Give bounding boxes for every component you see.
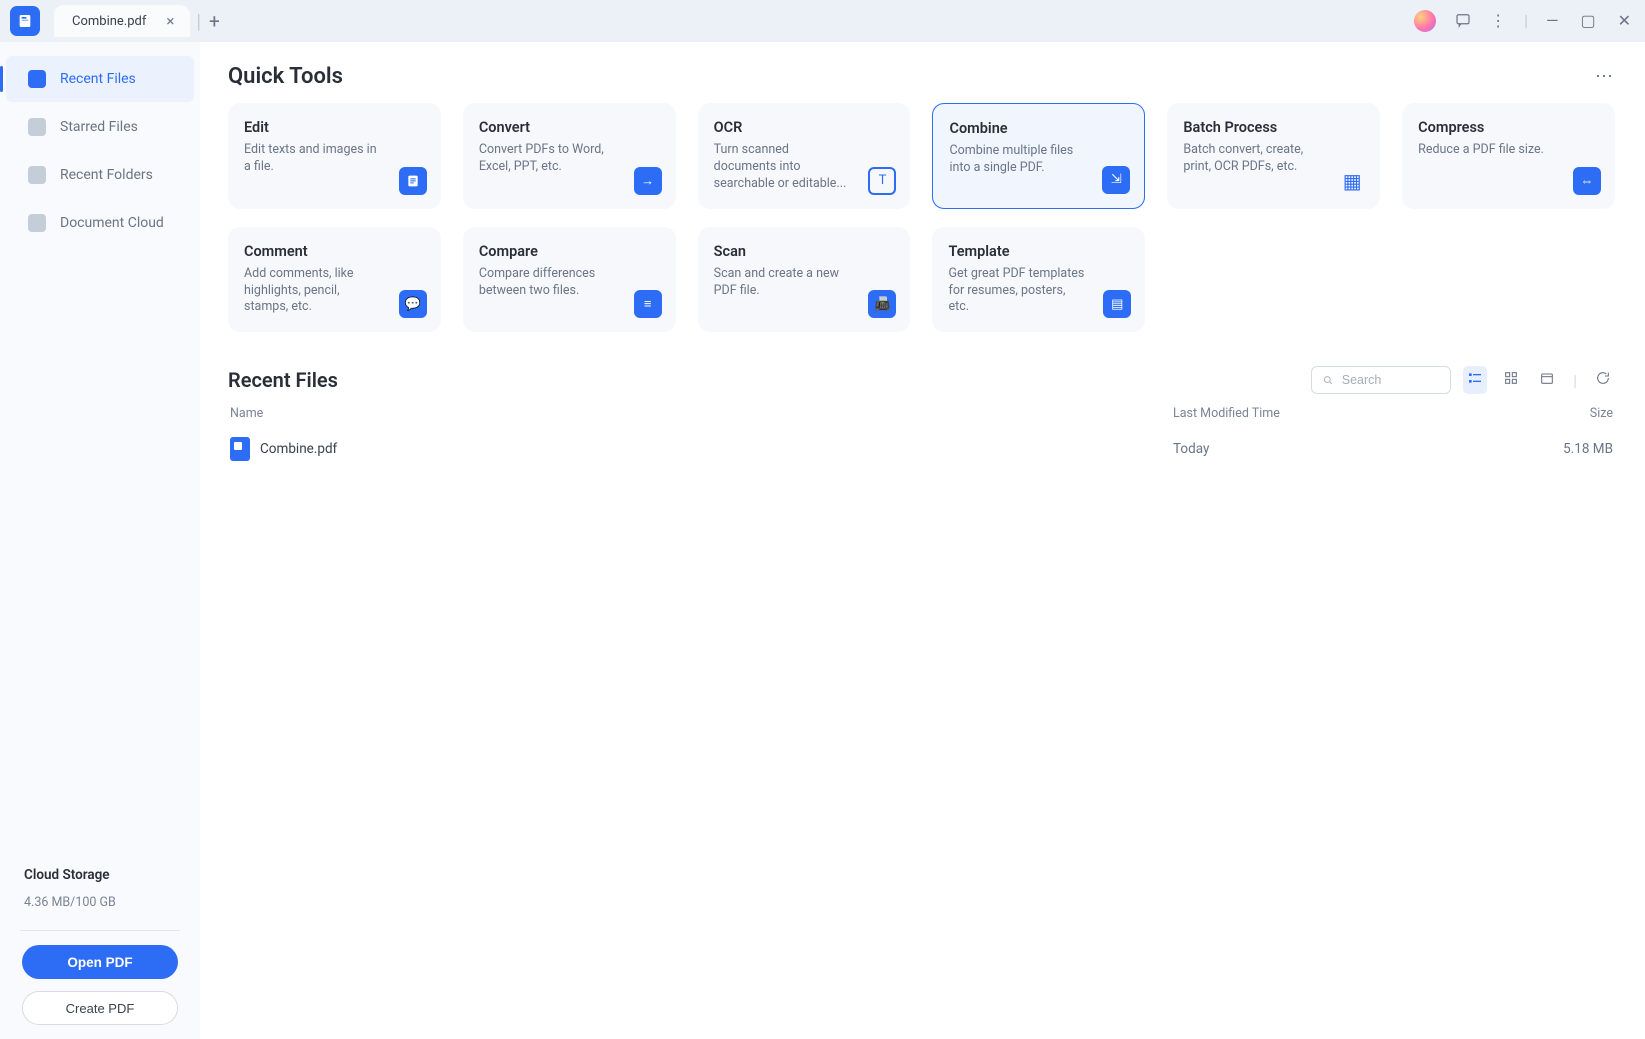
tool-title: Edit (244, 119, 425, 136)
tab-label: Combine.pdf (72, 14, 146, 29)
sidebar-item-label: Document Cloud (60, 215, 164, 231)
file-size: 5.18 MB (1433, 441, 1613, 457)
tool-desc: Edit texts and images in a file. (244, 142, 384, 176)
cloud-storage-title: Cloud Storage (24, 867, 176, 883)
sidebar: Recent Files Starred Files Recent Folder… (0, 42, 200, 1039)
compare-icon: ≡ (634, 290, 662, 318)
tool-desc: Scan and create a new PDF file. (714, 266, 854, 300)
tool-card-batch-process[interactable]: Batch Process Batch convert, create, pri… (1167, 103, 1380, 209)
cloud-storage-section: Cloud Storage 4.36 MB/100 GB (0, 867, 200, 918)
kebab-menu-icon[interactable]: ⋮ (1490, 13, 1506, 29)
tool-title: Compare (479, 243, 660, 260)
search-input[interactable] (1342, 373, 1440, 387)
quick-tools-title: Quick Tools (228, 64, 343, 89)
tool-card-compare[interactable]: Compare Compare differences between two … (463, 227, 676, 333)
batch-icon: ▦ (1338, 167, 1366, 195)
tool-desc: Get great PDF templates for resumes, pos… (948, 266, 1088, 317)
tool-title: Comment (244, 243, 425, 260)
sidebar-item-starred-files[interactable]: Starred Files (6, 104, 194, 150)
tab-separator: | (196, 10, 201, 33)
cloud-storage-usage: 4.36 MB/100 GB (24, 895, 176, 910)
cloud-icon (28, 214, 46, 232)
tool-title: Combine (949, 120, 1128, 137)
tool-card-template[interactable]: Template Get great PDF templates for res… (932, 227, 1145, 333)
sidebar-item-label: Recent Folders (60, 167, 153, 183)
list-view-icon[interactable] (1463, 366, 1487, 394)
titlebar-actions: ⋮ | — ▢ ✕ (1414, 10, 1645, 32)
tool-desc: Turn scanned documents into searchable o… (714, 142, 854, 193)
table-header: Name Last Modified Time Size (228, 400, 1615, 431)
recent-files-title: Recent Files (228, 368, 338, 392)
tool-title: Batch Process (1183, 119, 1364, 136)
file-modified: Today (1173, 441, 1433, 457)
title-bar: Combine.pdf × | + ⋮ | — ▢ ✕ (0, 0, 1645, 42)
chat-icon[interactable] (1454, 11, 1472, 32)
search-icon (1322, 373, 1334, 387)
tool-desc: Convert PDFs to Word, Excel, PPT, etc. (479, 142, 619, 176)
separator: | (1571, 371, 1579, 390)
combine-icon: ⇲ (1102, 166, 1130, 194)
new-tab-button[interactable]: + (209, 12, 220, 31)
folder-icon (28, 166, 46, 184)
tool-card-comment[interactable]: Comment Add comments, like highlights, p… (228, 227, 441, 333)
open-pdf-button[interactable]: Open PDF (22, 945, 178, 979)
calendar-view-icon[interactable] (1535, 366, 1559, 394)
comment-icon: 💬 (399, 290, 427, 318)
star-icon (28, 118, 46, 136)
pdf-file-icon (230, 437, 250, 461)
maximize-button[interactable]: ▢ (1580, 13, 1595, 29)
sidebar-item-label: Recent Files (60, 71, 136, 87)
tool-desc: Combine multiple files into a single PDF… (949, 143, 1089, 177)
scan-icon: 📠 (868, 290, 896, 318)
compress-icon: ⇔ (1573, 167, 1601, 195)
close-tab-icon[interactable]: × (164, 14, 176, 29)
tool-card-scan[interactable]: Scan Scan and create a new PDF file. 📠 (698, 227, 911, 333)
file-name: Combine.pdf (260, 441, 337, 457)
grid-view-icon[interactable] (1499, 366, 1523, 394)
sidebar-item-recent-files[interactable]: Recent Files (6, 56, 194, 102)
titlebar-separator: | (1524, 13, 1528, 29)
app-logo-icon (10, 6, 40, 36)
minimize-button[interactable]: — (1546, 13, 1559, 29)
main-content: Quick Tools ⋯ Edit Edit texts and images… (200, 42, 1645, 1039)
template-icon: ▤ (1103, 290, 1131, 318)
tool-title: Scan (714, 243, 895, 260)
tool-title: Template (948, 243, 1129, 260)
sidebar-item-label: Starred Files (60, 119, 138, 135)
tool-title: Compress (1418, 119, 1599, 136)
tool-card-compress[interactable]: Compress Reduce a PDF file size. ⇔ (1402, 103, 1615, 209)
column-header-name[interactable]: Name (230, 406, 1173, 421)
table-row[interactable]: Combine.pdf Today 5.18 MB (228, 431, 1615, 467)
tool-desc: Compare differences between two files. (479, 266, 619, 300)
edit-icon (399, 167, 427, 195)
refresh-icon[interactable] (1591, 366, 1615, 394)
close-window-button[interactable]: ✕ (1618, 13, 1631, 29)
tab[interactable]: Combine.pdf × (54, 5, 190, 37)
tool-card-convert[interactable]: Convert Convert PDFs to Word, Excel, PPT… (463, 103, 676, 209)
tool-card-ocr[interactable]: OCR Turn scanned documents into searchab… (698, 103, 911, 209)
tool-title: OCR (714, 119, 895, 136)
more-tools-icon[interactable]: ⋯ (1595, 66, 1615, 87)
sidebar-item-recent-folders[interactable]: Recent Folders (6, 152, 194, 198)
tool-desc: Reduce a PDF file size. (1418, 142, 1558, 159)
tool-card-edit[interactable]: Edit Edit texts and images in a file. (228, 103, 441, 209)
column-header-modified[interactable]: Last Modified Time (1173, 406, 1433, 421)
tool-desc: Batch convert, create, print, OCR PDFs, … (1183, 142, 1323, 176)
sidebar-item-document-cloud[interactable]: Document Cloud (6, 200, 194, 246)
search-input-wrapper[interactable] (1311, 366, 1451, 394)
tool-card-combine[interactable]: Combine Combine multiple files into a si… (932, 103, 1145, 209)
recent-files-icon (28, 70, 46, 88)
tool-desc: Add comments, like highlights, pencil, s… (244, 266, 384, 317)
create-pdf-button[interactable]: Create PDF (22, 991, 178, 1025)
convert-icon: → (634, 167, 662, 195)
account-avatar-icon[interactable] (1414, 10, 1436, 32)
ocr-icon: T (868, 167, 896, 195)
tool-title: Convert (479, 119, 660, 136)
divider (20, 930, 180, 931)
column-header-size[interactable]: Size (1433, 406, 1613, 421)
